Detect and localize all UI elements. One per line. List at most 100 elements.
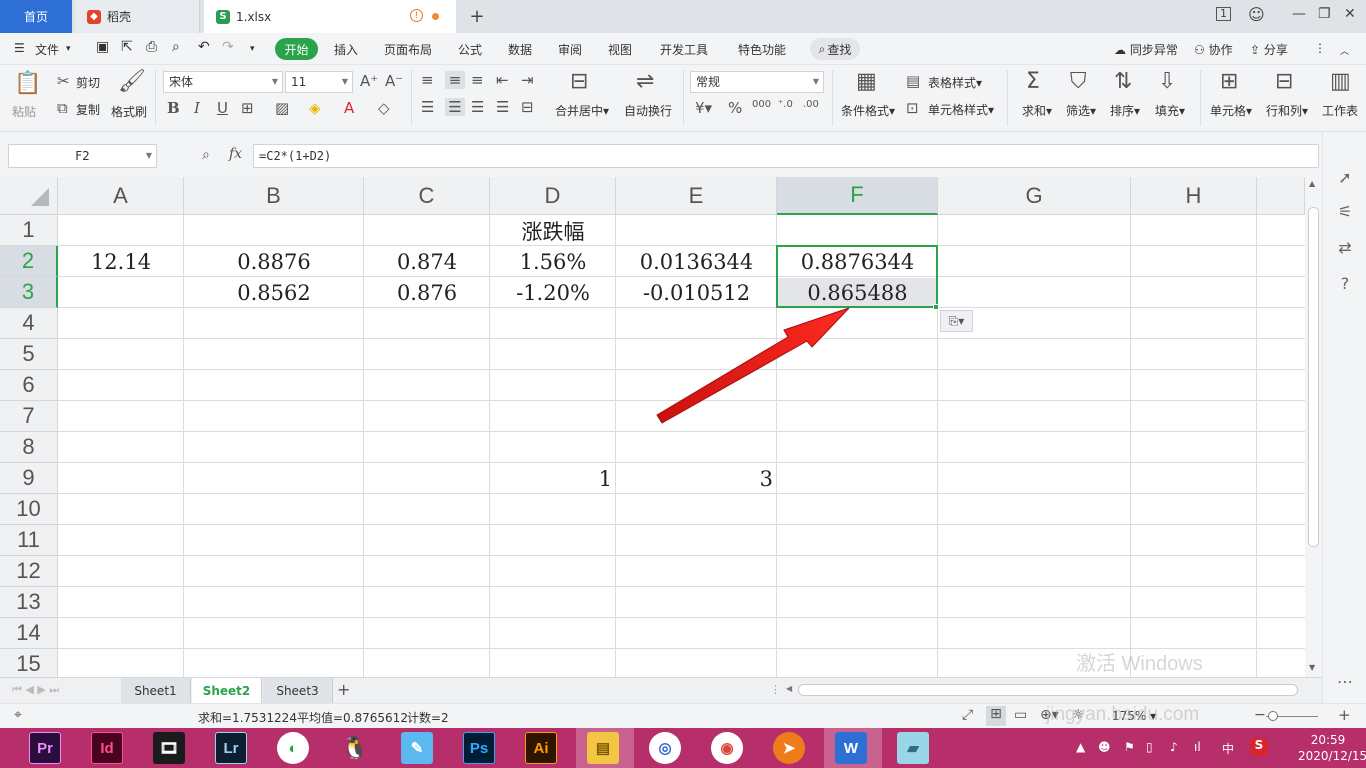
tab-count-icon[interactable]: 1 — [1216, 7, 1231, 21]
copy-icon[interactable]: ⧉ — [57, 99, 68, 117]
photoshop-app-icon[interactable]: Ps — [463, 732, 495, 764]
chevron-down-icon[interactable]: ▾ — [66, 44, 71, 54]
chat-app-icon[interactable]: ✎ — [401, 732, 433, 764]
percent-icon[interactable]: % — [728, 99, 742, 117]
filter-button[interactable]: 筛选▾ — [1066, 102, 1096, 119]
tab-home[interactable]: 首页 — [0, 0, 72, 33]
more-options-icon[interactable]: ⋯ — [1335, 672, 1355, 691]
font-name-select[interactable]: 宋体 ▼ — [163, 71, 283, 93]
cell-icon[interactable]: ⊞ — [1220, 69, 1238, 94]
align-top-icon[interactable]: ≡ — [421, 71, 434, 89]
menu-features[interactable]: 特色功能 — [738, 41, 786, 58]
warning-icon[interactable]: ! — [410, 9, 423, 22]
cut-button[interactable]: 剪切 — [76, 74, 100, 91]
video-editor-app-icon[interactable]: 🎞 — [153, 732, 185, 764]
hamburger-icon[interactable]: ☰ — [14, 41, 25, 55]
collapse-ribbon-icon[interactable]: ︿ — [1340, 44, 1349, 57]
sum-icon[interactable]: Σ — [1026, 69, 1040, 94]
vertical-scroll-thumb[interactable] — [1308, 207, 1319, 547]
clock[interactable]: 20:59 2020/12/15 — [1298, 732, 1366, 764]
indent-decrease-icon[interactable]: ⇤ — [496, 71, 509, 89]
tray-qq-icon[interactable]: ☻ — [1098, 740, 1111, 754]
lightroom-app-icon[interactable]: Lr — [215, 732, 247, 764]
notes-app-icon[interactable]: ▰ — [897, 732, 929, 764]
zoom-formula-icon[interactable]: ⌕ — [202, 147, 210, 163]
indesign-app-icon[interactable]: Id — [91, 732, 123, 764]
tray-battery-icon[interactable]: ▯ — [1146, 740, 1153, 754]
thousands-icon[interactable]: 000 — [752, 99, 771, 110]
quick-access-dropdown-icon[interactable]: ▾ — [250, 44, 255, 54]
illustrator-app-icon[interactable]: Ai — [525, 732, 557, 764]
page-layout-view-icon[interactable]: ▭ — [1014, 707, 1027, 723]
indent-increase-icon[interactable]: ⇥ — [521, 71, 534, 89]
avatar-icon[interactable]: ☺ — [1248, 5, 1265, 24]
fill-icon[interactable]: ⇩ — [1158, 69, 1176, 94]
border-icon[interactable]: ⊞ — [241, 99, 254, 117]
zoom-slider-thumb[interactable] — [1268, 711, 1278, 721]
search-app-icon[interactable]: ◎ — [649, 732, 681, 764]
new-tab-button[interactable]: + — [466, 0, 488, 33]
menu-review[interactable]: 审阅 — [558, 41, 582, 58]
file-explorer-app-icon[interactable]: ▤ — [587, 732, 619, 764]
fill-color-icon[interactable]: ◈ — [309, 99, 321, 117]
align-left-icon[interactable]: ☰ — [421, 98, 434, 116]
menu-file[interactable]: 文件 — [35, 41, 59, 58]
menu-view[interactable]: 视图 — [608, 41, 632, 58]
increase-font-icon[interactable]: A⁺ — [360, 72, 378, 90]
fill-button[interactable]: 填充▾ — [1155, 102, 1185, 119]
justify-icon[interactable]: ☰ — [496, 98, 509, 116]
browser-360-app-icon[interactable]: ◐ — [277, 732, 309, 764]
tray-volume-icon[interactable]: ♪ — [1170, 740, 1178, 754]
conditional-format-icon[interactable]: ▦ — [856, 69, 877, 94]
add-sheet-icon[interactable]: + — [337, 680, 350, 699]
format-painter-icon[interactable]: 🖌 — [118, 69, 146, 94]
wps-app-icon[interactable]: W — [835, 732, 867, 764]
menu-data[interactable]: 数据 — [508, 41, 532, 58]
worksheet-button[interactable]: 工作表 — [1322, 102, 1358, 119]
table-style-icon[interactable]: ▤ — [906, 72, 920, 90]
merge-center-button[interactable]: 合并居中▾ — [555, 102, 609, 119]
scroll-down-icon[interactable]: ▼ — [1309, 663, 1315, 672]
align-bottom-icon[interactable]: ≡ — [471, 71, 484, 89]
sort-button[interactable]: 排序▾ — [1110, 102, 1140, 119]
cell-button[interactable]: 单元格▾ — [1210, 102, 1252, 119]
more-icon[interactable]: ⋮ — [1314, 41, 1326, 55]
zoom-in-icon[interactable]: + — [1338, 706, 1351, 724]
scroll-up-icon[interactable]: ▲ — [1309, 179, 1315, 188]
search-button[interactable]: ⌕ 查找 — [810, 38, 860, 60]
copy-button[interactable]: 复制 — [76, 101, 100, 118]
distribute-icon[interactable]: ⊟ — [521, 98, 534, 116]
fill-pattern-icon[interactable]: ▨ — [275, 99, 289, 117]
row-col-button[interactable]: 行和列▾ — [1266, 102, 1308, 119]
cell-style-button[interactable]: 单元格样式▾ — [928, 101, 994, 118]
tray-network-icon[interactable]: ıl — [1194, 740, 1201, 754]
sheet-nav-arrows-icon[interactable]: ⏮ ◀ ▶ ⏭ — [12, 683, 59, 697]
sheet-tab-sheet1[interactable]: Sheet1 — [121, 678, 191, 703]
number-format-select[interactable]: 常规 ▼ — [690, 71, 824, 93]
spreadsheet-grid[interactable]: A B C D E F G H 1 2 3 4 5 6 7 8 9 10 11 … — [0, 177, 1305, 677]
cell-style-icon[interactable]: ⊡ — [906, 99, 919, 117]
paste-button[interactable]: 粘贴 — [12, 103, 36, 120]
print-icon[interactable]: ⎙ — [146, 39, 157, 55]
tray-wps-icon[interactable]: S — [1250, 738, 1268, 756]
sort-icon[interactable]: ⇅ — [1114, 69, 1132, 94]
redo-icon[interactable]: ↷ — [222, 39, 234, 55]
tray-ime[interactable]: 中 — [1222, 740, 1234, 757]
sum-button[interactable]: 求和▾ — [1022, 102, 1052, 119]
clear-format-icon[interactable]: ◇ — [378, 99, 390, 117]
row-col-icon[interactable]: ⊟ — [1275, 69, 1293, 94]
merge-center-icon[interactable]: ⊟ — [570, 69, 588, 94]
font-color-icon[interactable]: A — [344, 99, 354, 117]
tray-expand-icon[interactable]: ▲ — [1076, 740, 1085, 754]
collab-button[interactable]: ⚇ 协作 — [1194, 41, 1233, 58]
tab-docer[interactable]: ◆ 稻壳 — [75, 0, 200, 33]
formula-input[interactable]: =C2*(1+D2) — [253, 144, 1319, 168]
wrap-text-icon[interactable]: ⇌ — [636, 69, 654, 94]
align-center-icon[interactable]: ☰ — [445, 98, 465, 116]
premiere-app-icon[interactable]: Pr — [29, 732, 61, 764]
menu-formulas[interactable]: 公式 — [458, 41, 482, 58]
save-icon[interactable]: ▣ — [96, 39, 109, 55]
vertical-scrollbar[interactable]: ▲ ▼ — [1305, 177, 1322, 677]
qq-app-icon[interactable]: 🐧 — [339, 732, 371, 764]
help-icon[interactable]: ? — [1335, 274, 1355, 293]
